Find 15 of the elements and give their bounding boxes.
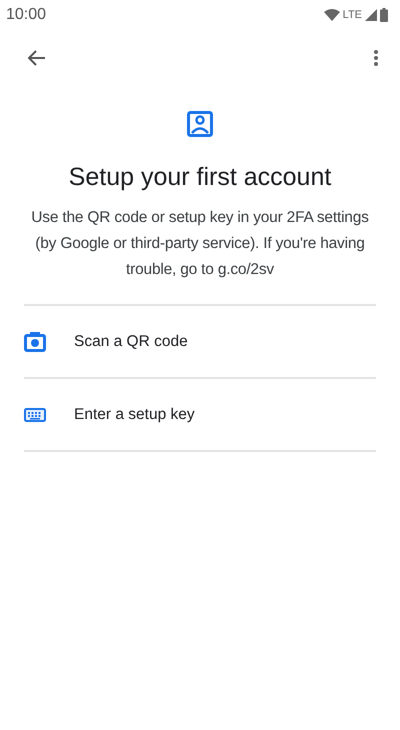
account-icon [187,111,213,137]
status-time: 10:00 [6,5,46,25]
page-title: Setup your first account [68,162,332,193]
signal-icon [365,9,377,21]
more-options-button[interactable] [372,48,380,68]
network-label: LTE [342,8,362,23]
camera-icon [24,332,46,352]
more-icon [373,49,379,67]
battery-icon [380,8,388,22]
option-item[interactable]: Enter a setup key [24,379,376,452]
back-arrow-icon [28,50,46,66]
option-item[interactable]: Scan a QR code [24,306,376,379]
keyboard-icon [24,408,46,422]
description-text: Use the QR code or setup key in your 2FA settings (by Google or third-party service). If you're having trouble, go to g.co/2sv [30,208,370,280]
wifi-icon [324,9,340,21]
